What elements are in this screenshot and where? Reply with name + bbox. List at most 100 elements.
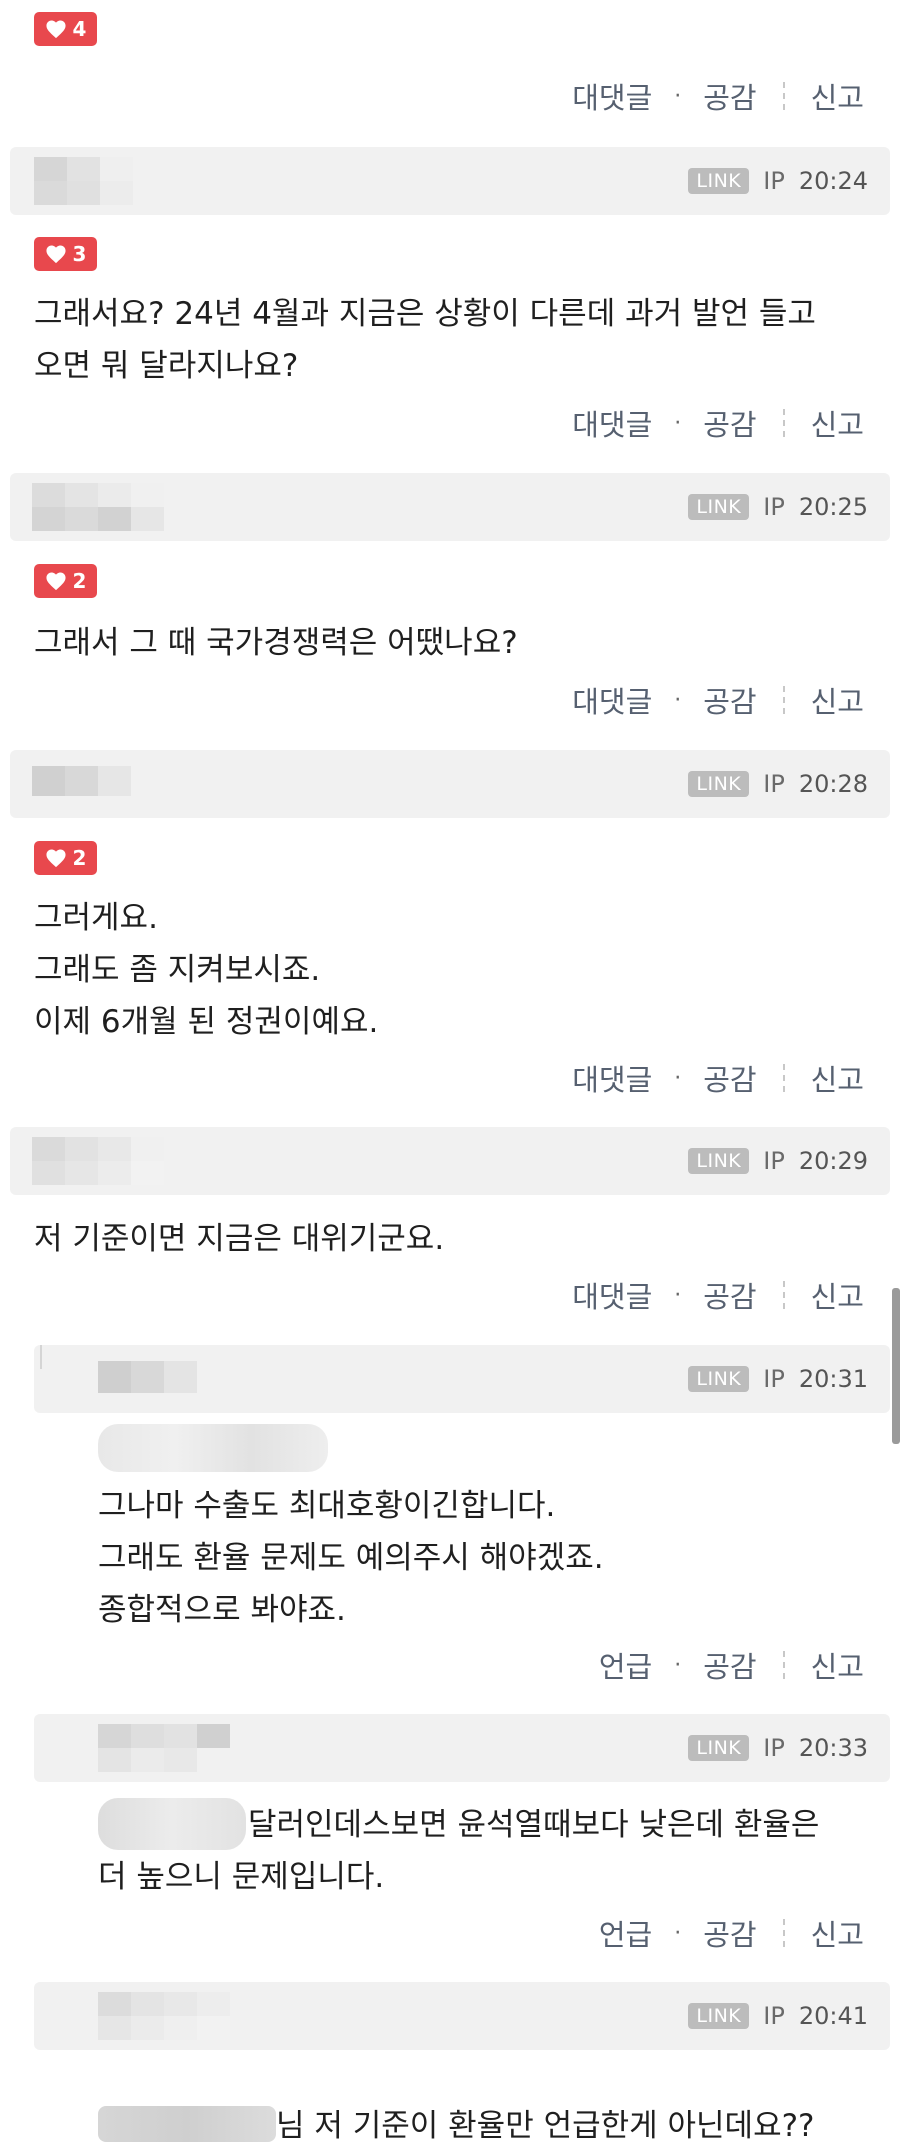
reply-button[interactable]: 대댓글	[568, 402, 656, 444]
reply-actions: 언급 · 공감 신고	[595, 1913, 868, 1953]
action-separator-dot: ·	[674, 410, 682, 436]
comment-body: 저 기준이면 지금은 대위기군요.	[34, 1213, 444, 1265]
reply-line: 그나마 수출도 최대호황이긴합니다.	[98, 1488, 556, 1524]
report-button[interactable]: 신고	[807, 75, 868, 117]
like-button[interactable]: 공감	[699, 1912, 760, 1954]
like-button[interactable]: 공감	[699, 1274, 760, 1316]
like-count-badge: 4	[34, 12, 97, 46]
blurred-avatar	[32, 483, 164, 531]
blurred-avatar	[34, 157, 133, 205]
comment-meta-bar: LINK IP 20:24	[10, 147, 890, 215]
ip-label: IP	[763, 2002, 785, 2030]
reply-button[interactable]: 대댓글	[568, 679, 656, 721]
link-tag[interactable]: LINK	[688, 1366, 750, 1392]
timestamp: 20:29	[798, 1147, 868, 1175]
action-separator-dot: ·	[674, 1920, 682, 1946]
ip-label: IP	[763, 493, 785, 521]
action-divider	[782, 1651, 785, 1679]
like-count-badge: 2	[34, 564, 97, 598]
comment-actions: 대댓글 · 공감 신고	[568, 403, 868, 443]
reply-meta-bar: LINK IP 20:33	[34, 1714, 890, 1782]
comment-actions: 대댓글 · 공감 신고	[568, 1058, 868, 1098]
comment-actions: 대댓글 · 공감 신고	[568, 76, 868, 116]
report-button[interactable]: 신고	[807, 402, 868, 444]
action-separator-dot: ·	[674, 1652, 682, 1678]
link-tag[interactable]: LINK	[688, 1148, 750, 1174]
reply-body: 님 저 기준이 환율만 언급한게 아닌데요??	[98, 2104, 815, 2146]
report-button[interactable]: 신고	[807, 1644, 868, 1686]
action-separator-dot: ·	[674, 83, 682, 109]
link-tag[interactable]: LINK	[688, 2003, 750, 2029]
action-divider	[782, 82, 785, 110]
reply-actions: 언급 · 공감 신고	[595, 1645, 868, 1685]
heart-icon	[45, 849, 66, 868]
action-divider	[782, 409, 785, 437]
scrollbar-thumb[interactable]	[892, 1288, 900, 1444]
action-separator-dot: ·	[674, 1282, 682, 1308]
comment-body: 그래서요? 24년 4월과 지금은 상황이 다른데 과거 발언 들고 오면 뭐 …	[34, 288, 816, 392]
blurred-avatar	[32, 766, 131, 796]
link-tag[interactable]: LINK	[688, 494, 750, 520]
ip-label: IP	[763, 167, 785, 195]
blurred-avatar	[98, 1992, 230, 2040]
comment-line: 그래도 좀 지켜보시죠.	[34, 952, 321, 988]
mention-button[interactable]: 언급	[595, 1912, 656, 1954]
report-button[interactable]: 신고	[807, 1912, 868, 1954]
timestamp: 20:25	[798, 493, 868, 521]
comment-line: 그래서요? 24년 4월과 지금은 상황이 다른데 과거 발언 들고	[34, 296, 816, 332]
heart-icon	[45, 245, 66, 264]
mention-button[interactable]: 언급	[595, 1644, 656, 1686]
like-button[interactable]: 공감	[699, 679, 760, 721]
comment-line: 그러게요.	[34, 900, 158, 936]
timestamp: 20:33	[798, 1734, 868, 1762]
comment-body: 그래서 그 때 국가경쟁력은 어땠나요?	[34, 617, 518, 669]
blurred-avatar	[32, 1137, 164, 1185]
action-separator-dot: ·	[674, 1065, 682, 1091]
reply-line: 더 높으니 문제입니다.	[98, 1859, 385, 1895]
like-button[interactable]: 공감	[699, 1644, 760, 1686]
reply-button[interactable]: 대댓글	[568, 1057, 656, 1099]
ip-label: IP	[763, 1147, 785, 1175]
like-button[interactable]: 공감	[699, 1057, 760, 1099]
ip-label: IP	[763, 1734, 785, 1762]
reply-line: 달러인데스보면 윤석열때보다 낮은데 환율은	[248, 1807, 820, 1843]
comment-meta-bar: LINK IP 20:28	[10, 750, 890, 818]
like-count-badge: 3	[34, 237, 97, 271]
reply-indent-line	[40, 1345, 42, 1369]
link-tag[interactable]: LINK	[688, 1735, 750, 1761]
report-button[interactable]: 신고	[807, 1057, 868, 1099]
reply-line: 님 저 기준이 환율만 언급한게 아닌데요??	[276, 2108, 815, 2144]
comment-actions: 대댓글 · 공감 신고	[568, 680, 868, 720]
reply-button[interactable]: 대댓글	[568, 75, 656, 117]
action-divider	[782, 1064, 785, 1092]
heart-icon	[45, 20, 66, 39]
reply-line: 그래도 환율 문제도 예의주시 해야겠죠.	[98, 1540, 604, 1576]
comment-actions: 대댓글 · 공감 신고	[568, 1275, 868, 1315]
reply-body: 달러인데스보면 윤석열때보다 낮은데 환율은 더 높으니 문제입니다.	[98, 1799, 819, 1903]
ip-label: IP	[763, 1365, 785, 1393]
redacted-mention	[98, 1424, 328, 1472]
ip-label: IP	[763, 770, 785, 798]
blurred-avatar	[98, 1724, 230, 1772]
like-button[interactable]: 공감	[699, 75, 760, 117]
comment-body: 그러게요. 그래도 좀 지켜보시죠. 이제 6개월 된 정권이예요.	[34, 892, 378, 1048]
report-button[interactable]: 신고	[807, 1274, 868, 1316]
action-divider	[782, 686, 785, 714]
action-divider	[782, 1919, 785, 1947]
reply-button[interactable]: 대댓글	[568, 1274, 656, 1316]
reply-line: 종합적으로 봐야죠.	[98, 1592, 346, 1628]
link-tag[interactable]: LINK	[688, 771, 750, 797]
comment-line: 그래서 그 때 국가경쟁력은 어땠나요?	[34, 625, 518, 661]
link-tag[interactable]: LINK	[688, 168, 750, 194]
timestamp: 20:31	[798, 1365, 868, 1393]
reply-meta-bar: LINK IP 20:31	[34, 1345, 890, 1413]
action-separator-dot: ·	[674, 687, 682, 713]
action-divider	[782, 1281, 785, 1309]
timestamp: 20:24	[798, 167, 868, 195]
comment-line: 이제 6개월 된 정권이예요.	[34, 1004, 379, 1040]
timestamp: 20:28	[798, 770, 868, 798]
report-button[interactable]: 신고	[807, 679, 868, 721]
like-button[interactable]: 공감	[699, 402, 760, 444]
comment-line: 저 기준이면 지금은 대위기군요.	[34, 1221, 445, 1257]
blurred-avatar	[98, 1361, 197, 1393]
